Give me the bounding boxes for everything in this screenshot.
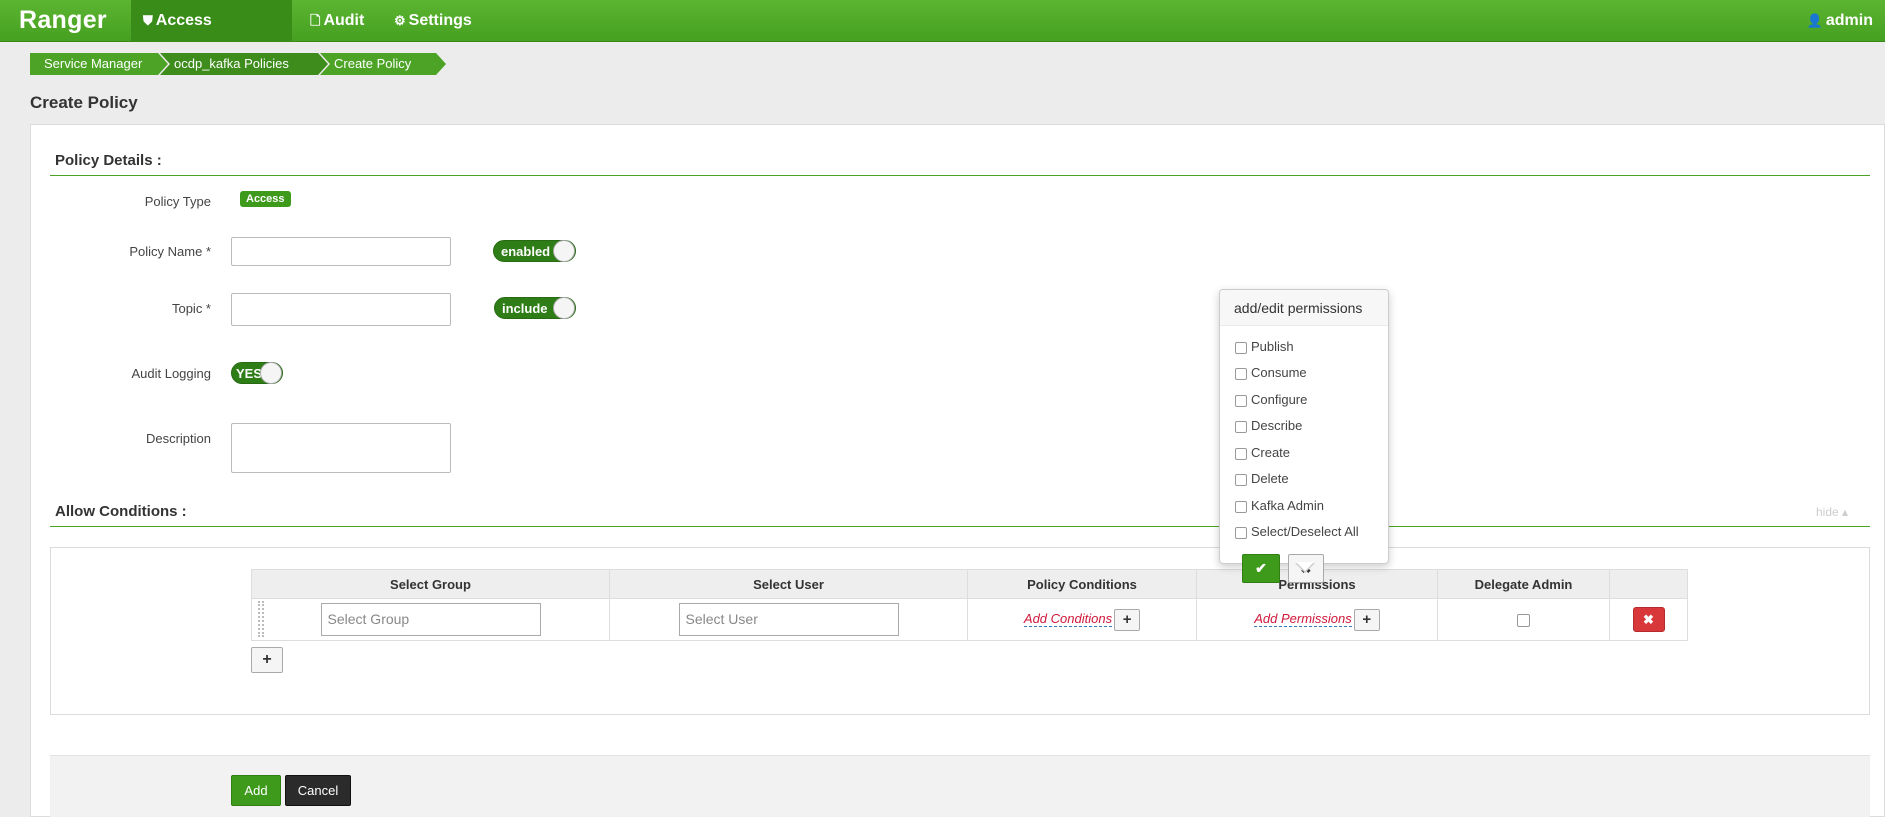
perm-label: Publish [1251,339,1294,354]
nav-settings-label: Settings [408,12,472,29]
policy-name-label: Policy Name * [129,244,211,259]
col-select-group: Select Group [251,569,610,599]
col-delegate-admin: Delegate Admin [1437,569,1610,599]
add-row-button[interactable]: + [251,647,283,673]
table-row: Select Group Select User Add Conditions +… [251,598,1688,641]
section-divider [50,526,1870,527]
perm-label: Describe [1251,418,1303,433]
policy-details-heading: Policy Details : [55,152,162,169]
gear-icon: ⚙ [394,13,406,28]
perm-label: Configure [1251,392,1308,407]
perm-select-all[interactable]: Select/Deselect All [1235,524,1359,539]
topic-label: Topic * [171,301,211,316]
col-policy-conditions: Policy Conditions [967,569,1197,599]
perm-label: Select/Deselect All [1251,524,1359,539]
description-textarea[interactable] [231,423,451,473]
enabled-toggle[interactable]: enabled [493,240,576,262]
cancel-button[interactable]: Cancel [285,775,351,806]
include-toggle-label: include [502,301,548,316]
add-permissions-link[interactable]: Add Permissions [1254,610,1352,627]
perm-kafka-admin[interactable]: Kafka Admin [1235,498,1324,513]
user-name: admin [1825,12,1873,29]
document-icon: 🗋 [310,13,321,28]
checkbox[interactable] [1235,473,1247,486]
popover-arrow [1295,562,1315,573]
conditions-table: Select Group Select User Policy Conditio… [251,569,1688,641]
checkbox[interactable] [1235,500,1247,513]
user-menu[interactable]: 👤 admin [1807,0,1873,42]
select-user-input[interactable]: Select User [678,603,899,636]
checkbox[interactable] [1235,367,1247,380]
breadcrumb-create-policy: Create Policy [320,53,448,75]
hide-link[interactable]: hide ▴ [1816,505,1848,519]
cell-permissions: Add Permissions + [1196,598,1438,641]
include-toggle[interactable]: include [494,297,576,319]
top-navbar: Ranger ⛊Access Manager 🗋Audit ⚙Settings … [0,0,1885,71]
nav-access-manager[interactable]: ⛊Access Manager [131,0,292,71]
col-select-user: Select User [609,569,968,599]
toggle-knob [553,240,575,262]
policy-type-label: Policy Type [144,194,211,209]
cell-user: Select User [609,598,968,641]
enabled-toggle-label: enabled [501,244,551,259]
perm-label: Consume [1251,365,1307,380]
check-icon: ✔ [1255,560,1267,576]
perm-label: Create [1251,445,1291,460]
cell-group: Select Group [251,598,610,641]
topic-input[interactable] [231,293,451,326]
brand-logo[interactable]: Ranger [19,6,107,35]
add-conditions-button[interactable]: + [1114,608,1141,631]
select-group-input[interactable]: Select Group [320,603,541,636]
perm-configure[interactable]: Configure [1235,392,1307,407]
perm-describe[interactable]: Describe [1235,418,1302,433]
audit-logging-label: Audit Logging [131,366,211,381]
toggle-knob [260,362,282,384]
col-actions [1609,569,1688,599]
checkbox[interactable] [1235,420,1247,433]
table-header-row: Select Group Select User Policy Conditio… [251,569,1688,599]
audit-toggle-label: YES [236,366,263,381]
perm-label: Kafka Admin [1251,498,1324,513]
perm-consume[interactable]: Consume [1235,365,1307,380]
section-divider [50,175,1870,176]
checkbox[interactable] [1235,526,1247,539]
allow-conditions-heading: Allow Conditions : [55,503,187,520]
shield-icon: ⛊ [143,13,153,28]
policy-name-input[interactable] [231,237,451,266]
nav-audit[interactable]: 🗋 Audit [298,0,376,42]
description-label: Description [145,431,211,446]
cell-delegate [1437,598,1610,641]
perm-create[interactable]: Create [1235,445,1290,460]
permissions-popover: add/edit permissions Publish Consume Con… [1219,289,1389,583]
popover-confirm-button[interactable]: ✔ [1242,554,1280,583]
checkbox[interactable] [1235,447,1247,460]
audit-logging-toggle[interactable]: YES [231,362,283,384]
perm-publish[interactable]: Publish [1235,339,1294,354]
toggle-knob [553,297,575,319]
perm-label: Delete [1251,471,1289,486]
drag-handle[interactable] [258,601,264,637]
user-icon: 👤 [1806,13,1823,28]
popover-title: add/edit permissions [1220,290,1388,326]
page-title: Create Policy [30,93,138,112]
breadcrumb-policies[interactable]: ocdp_kafka Policies [160,53,330,75]
nav-audit-label: Audit [323,12,365,29]
checkbox[interactable] [1235,341,1247,354]
perm-delete[interactable]: Delete [1235,471,1289,486]
add-permissions-button[interactable]: + [1353,608,1380,631]
checkbox[interactable] [1235,394,1247,407]
delegate-admin-checkbox[interactable] [1517,614,1530,628]
breadcrumb-service-manager[interactable]: Service Manager [30,53,170,75]
cell-delete: ✖ [1609,598,1688,641]
add-button[interactable]: Add [231,775,281,806]
nav-settings[interactable]: ⚙ Settings [382,0,484,42]
policy-type-badge: Access [240,191,291,207]
add-conditions-link[interactable]: Add Conditions [1023,610,1113,627]
cell-conditions: Add Conditions + [967,598,1197,641]
delete-row-button[interactable]: ✖ [1632,607,1665,632]
